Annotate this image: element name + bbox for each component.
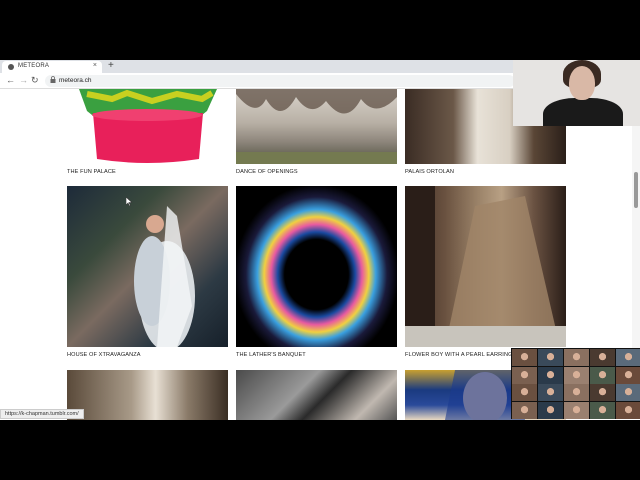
presenter-face	[569, 66, 595, 100]
participant-video-tile[interactable]	[616, 401, 640, 419]
participant-video-tile[interactable]	[538, 349, 563, 366]
gallery-image[interactable]	[236, 186, 397, 347]
gallery-image[interactable]	[67, 186, 228, 351]
participant-video-tile[interactable]	[512, 401, 537, 419]
new-tab-button[interactable]: +	[108, 60, 114, 71]
gallery-image[interactable]	[405, 186, 566, 347]
webcam-overlay	[513, 60, 640, 126]
meteora-favicon-icon	[8, 64, 14, 70]
presenter-body	[543, 98, 623, 126]
back-icon[interactable]: ←	[6, 75, 15, 85]
url-text: meteora.ch	[59, 77, 92, 84]
participant-video-tile[interactable]	[590, 349, 615, 366]
participants-grid	[511, 348, 640, 419]
forward-icon[interactable]: →	[19, 75, 28, 85]
gallery-image[interactable]	[67, 89, 228, 164]
participant-video-tile[interactable]	[616, 366, 640, 384]
participant-video-tile[interactable]	[616, 384, 640, 401]
participant-video-tile[interactable]	[564, 384, 589, 401]
gallery-item-label[interactable]: FLOWER BOY WITH A PEARL EARRING	[405, 352, 513, 358]
participant-video-tile[interactable]	[512, 366, 537, 384]
gallery-item-label[interactable]: DANCE OF OPENINGS	[236, 169, 298, 175]
participant-video-tile[interactable]	[590, 384, 615, 401]
gallery-image[interactable]	[236, 370, 397, 420]
scrollbar-thumb[interactable]	[634, 172, 638, 208]
status-bar-link: https://k-chapman.tumblr.com/	[0, 409, 84, 419]
participant-video-tile[interactable]	[616, 349, 640, 366]
participant-video-tile[interactable]	[538, 384, 563, 401]
gallery-image[interactable]	[67, 370, 228, 420]
tab-meteora[interactable]: METEORA ×	[2, 61, 102, 73]
browser-window: METEORA × + ← → ↻ meteora.ch THE FUN PAL…	[0, 60, 640, 420]
gallery-item-label[interactable]: HOUSE OF XTRAVAGANZA	[67, 352, 141, 358]
arrow-cursor-icon	[125, 196, 133, 208]
tab-title: METEORA	[18, 63, 50, 69]
participant-video-tile[interactable]	[590, 366, 615, 384]
gallery-item-label[interactable]: THE FUN PALACE	[67, 169, 116, 175]
participant-video-tile[interactable]	[564, 401, 589, 419]
gallery-item-label[interactable]: PALAIS ORTOLAN	[405, 169, 454, 175]
tab-close-icon[interactable]: ×	[93, 62, 97, 69]
participant-video-tile[interactable]	[512, 384, 537, 401]
gallery-item-label[interactable]: THE LATHER'S BANQUET	[236, 352, 306, 358]
gallery-image[interactable]	[236, 89, 397, 164]
reload-icon[interactable]: ↻	[31, 75, 39, 86]
participant-video-tile[interactable]	[564, 366, 589, 384]
lock-icon	[50, 76, 56, 85]
participant-video-tile[interactable]	[538, 366, 563, 384]
participant-video-tile[interactable]	[538, 401, 563, 419]
url-field[interactable]: meteora.ch	[45, 75, 515, 87]
participant-video-tile[interactable]	[590, 401, 615, 419]
participant-video-tile[interactable]	[512, 349, 537, 366]
participant-video-tile[interactable]	[564, 349, 589, 366]
